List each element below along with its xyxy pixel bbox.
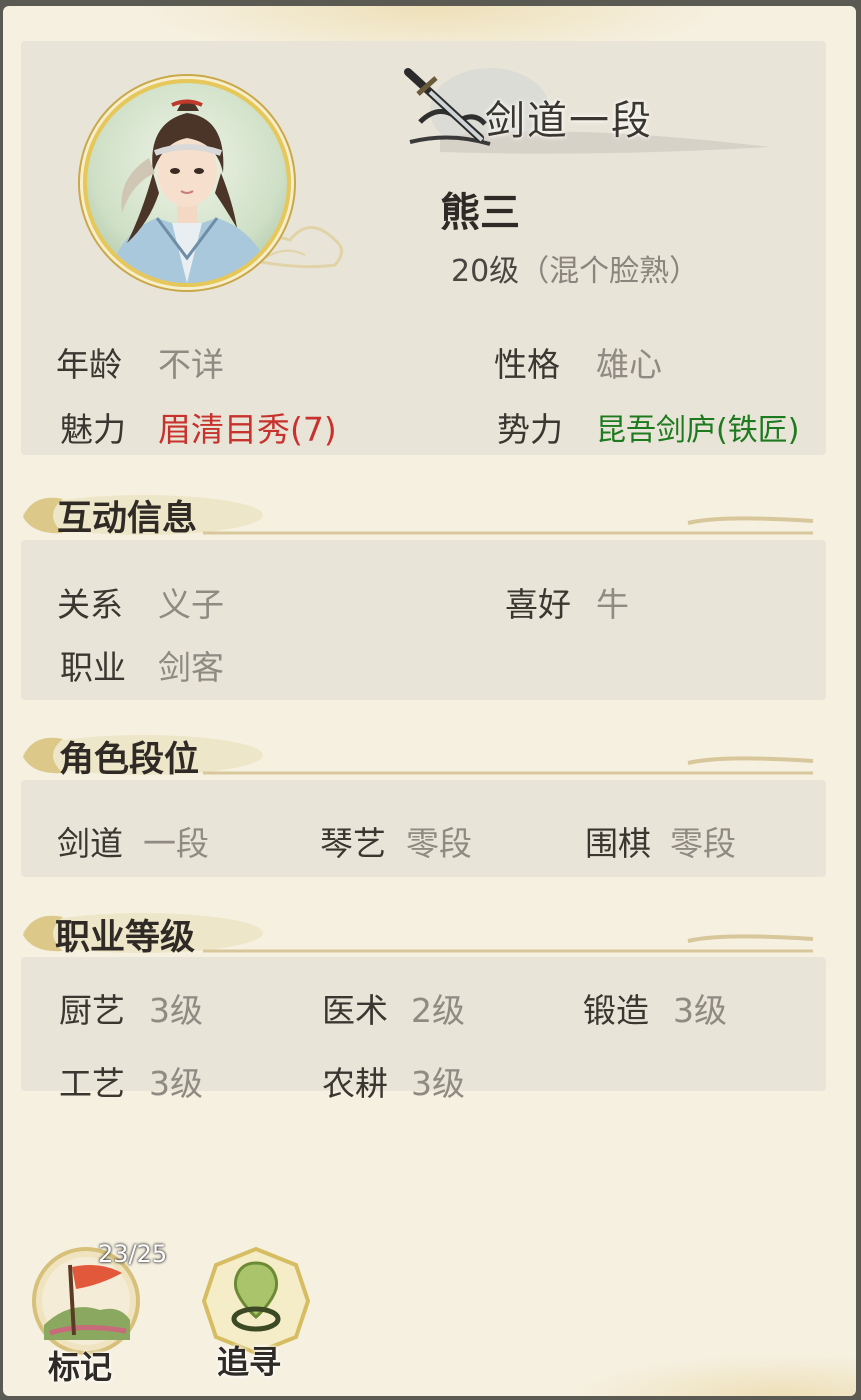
- interaction-card: [21, 540, 826, 700]
- relation-value: 义子: [158, 585, 224, 624]
- rank-section-title: 角色段位: [59, 739, 200, 780]
- age-value: 不详: [158, 345, 224, 384]
- rank-item-label: 剑道: [57, 824, 123, 863]
- faction-label: 势力: [497, 410, 563, 449]
- portrait-figure-icon: [107, 99, 272, 283]
- interaction-section-title: 互动信息: [57, 498, 198, 539]
- job-level-label: 医术: [322, 991, 388, 1030]
- sword-icon: [404, 68, 484, 142]
- job-level-label: 农耕: [322, 1064, 388, 1103]
- charm-value: 眉清目秀(7): [158, 410, 337, 449]
- job-level-label: 工艺: [59, 1064, 125, 1103]
- job-level-section-title: 职业等级: [55, 917, 196, 958]
- level-note: （混个脸熟）: [519, 254, 700, 289]
- rank-item-label: 琴艺: [320, 824, 386, 863]
- job-level-label: 厨艺: [59, 991, 125, 1030]
- job-level-value: 2级: [411, 991, 465, 1030]
- rank-item-value: 零段: [670, 824, 736, 863]
- job-level-label: 锻造: [583, 991, 649, 1030]
- faction-value: 昆吾剑庐(铁匠): [596, 413, 800, 448]
- personality-value: 雄心: [596, 345, 662, 384]
- charm-label: 魅力: [60, 410, 126, 449]
- job-level-value: 3级: [149, 1064, 203, 1103]
- hobby-value: 牛: [596, 585, 629, 624]
- job-label: 职业: [60, 648, 126, 687]
- mark-count: 23/25: [98, 1240, 168, 1268]
- job-value: 剑客: [158, 648, 224, 687]
- rank-item-value: 零段: [406, 824, 472, 863]
- character-level: 20级（混个脸熟）: [451, 246, 699, 290]
- job-level-value: 3级: [673, 991, 727, 1030]
- level-value: 20级: [451, 254, 520, 289]
- personality-label: 性格: [494, 345, 560, 384]
- hobby-label: 喜好: [505, 585, 571, 624]
- rank-item-label: 围棋: [585, 824, 651, 863]
- job-level-value: 3级: [149, 991, 203, 1030]
- age-label: 年龄: [56, 345, 122, 384]
- job-level-value: 3级: [411, 1064, 465, 1103]
- relation-label: 关系: [57, 585, 123, 624]
- rank-item-value: 一段: [143, 824, 209, 863]
- track-label: 追寻: [217, 1343, 282, 1381]
- character-portrait[interactable]: [83, 79, 291, 287]
- rank-title: 剑道一段: [485, 98, 653, 144]
- mark-label: 标记: [48, 1348, 113, 1386]
- character-name: 熊三: [440, 189, 520, 236]
